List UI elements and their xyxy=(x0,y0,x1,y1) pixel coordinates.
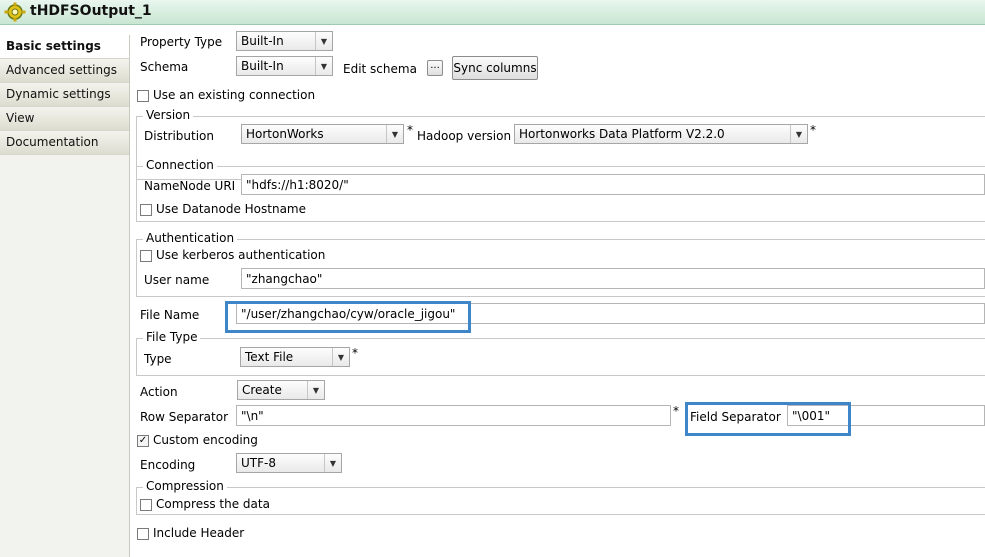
encoding-value: UTF-8 xyxy=(241,456,276,470)
schema-select[interactable]: Built-In ▼ xyxy=(236,56,333,76)
property-type-select[interactable]: Built-In ▼ xyxy=(236,31,333,51)
custom-encoding-label: Custom encoding xyxy=(153,433,258,447)
chevron-down-icon: ▼ xyxy=(324,454,341,472)
user-name-value: "zhangchao" xyxy=(246,272,323,286)
required-mark: * xyxy=(407,123,413,137)
compression-legend: Compression xyxy=(143,479,227,493)
use-datanode-hostname-checkbox[interactable] xyxy=(140,204,152,216)
action-value: Create xyxy=(242,383,282,397)
hadoop-version-select[interactable]: Hortonworks Data Platform V2.2.0 ▼ xyxy=(514,124,808,144)
distribution-label: Distribution xyxy=(144,129,215,143)
user-name-label: User name xyxy=(144,273,210,287)
encoding-label: Encoding xyxy=(140,458,196,472)
schema-value: Built-In xyxy=(241,59,284,73)
sidebar-item-documentation[interactable]: Documentation xyxy=(0,131,129,155)
use-existing-connection-checkbox[interactable] xyxy=(137,90,149,102)
file-type-legend: File Type xyxy=(143,330,201,344)
action-label: Action xyxy=(140,385,178,399)
basic-settings-panel: Property Type Built-In ▼ Schema Built-In… xyxy=(130,25,985,557)
sync-columns-button[interactable]: Sync columns xyxy=(452,56,538,80)
include-header-checkbox[interactable] xyxy=(137,528,149,540)
required-mark: * xyxy=(352,346,358,360)
chevron-down-icon: ▼ xyxy=(315,57,332,75)
chevron-down-icon: ▼ xyxy=(315,32,332,50)
authentication-legend: Authentication xyxy=(143,231,238,245)
chevron-down-icon: ▼ xyxy=(332,348,349,366)
chevron-down-icon: ▼ xyxy=(386,125,403,143)
action-select[interactable]: Create ▼ xyxy=(237,380,325,400)
use-kerberos-label: Use kerberos authentication xyxy=(156,248,326,262)
row-separator-label: Row Separator xyxy=(140,410,229,424)
namenode-uri-label: NameNode URI xyxy=(144,179,236,193)
sidebar-item-view[interactable]: View xyxy=(0,107,129,131)
row-separator-value: "\n" xyxy=(241,409,264,423)
settings-sidebar: Basic settings Advanced settings Dynamic… xyxy=(0,35,130,557)
row-separator-input[interactable]: "\n" xyxy=(236,405,671,426)
use-existing-connection-label: Use an existing connection xyxy=(153,88,316,102)
property-type-label: Property Type xyxy=(140,35,223,49)
schema-label: Schema xyxy=(140,60,189,74)
title-bar: tHDFSOutput_1 xyxy=(0,0,985,25)
hadoop-version-label: Hadoop version xyxy=(417,129,512,143)
edit-schema-button[interactable]: ... xyxy=(427,60,443,76)
required-mark: * xyxy=(810,123,816,137)
file-type-select[interactable]: Text File ▼ xyxy=(240,347,350,367)
required-mark: * xyxy=(673,404,679,418)
custom-encoding-checkbox[interactable]: ✓ xyxy=(137,435,149,447)
namenode-uri-value: "hdfs://h1:8020/" xyxy=(246,178,349,192)
version-legend: Version xyxy=(143,108,194,122)
connection-legend: Connection xyxy=(143,158,217,172)
file-name-label: File Name xyxy=(140,308,200,322)
chevron-down-icon: ▼ xyxy=(307,381,324,399)
sidebar-item-advanced-settings[interactable]: Advanced settings xyxy=(0,59,129,83)
compress-data-label: Compress the data xyxy=(156,497,270,511)
distribution-value: HortonWorks xyxy=(246,127,324,141)
file-name-highlight xyxy=(225,301,471,333)
sidebar-item-basic-settings[interactable]: Basic settings xyxy=(0,35,129,59)
file-type-label: Type xyxy=(144,352,172,366)
edit-schema-label: Edit schema xyxy=(343,62,417,76)
use-datanode-hostname-label: Use Datanode Hostname xyxy=(156,202,306,216)
chevron-down-icon: ▼ xyxy=(790,125,807,143)
compress-data-checkbox[interactable] xyxy=(140,499,152,511)
file-type-value: Text File xyxy=(245,350,294,364)
field-separator-highlight xyxy=(685,402,851,436)
namenode-uri-input[interactable]: "hdfs://h1:8020/" xyxy=(241,174,985,195)
hadoop-version-value: Hortonworks Data Platform V2.2.0 xyxy=(519,127,725,141)
use-kerberos-checkbox[interactable] xyxy=(140,250,152,262)
property-type-value: Built-In xyxy=(241,34,284,48)
encoding-select[interactable]: UTF-8 ▼ xyxy=(236,453,342,473)
sidebar-item-dynamic-settings[interactable]: Dynamic settings xyxy=(0,83,129,107)
include-header-label: Include Header xyxy=(153,526,245,540)
window-title: tHDFSOutput_1 xyxy=(30,3,152,19)
component-gear-icon xyxy=(4,2,26,22)
user-name-input[interactable]: "zhangchao" xyxy=(241,268,985,289)
distribution-select[interactable]: HortonWorks ▼ xyxy=(241,124,404,144)
